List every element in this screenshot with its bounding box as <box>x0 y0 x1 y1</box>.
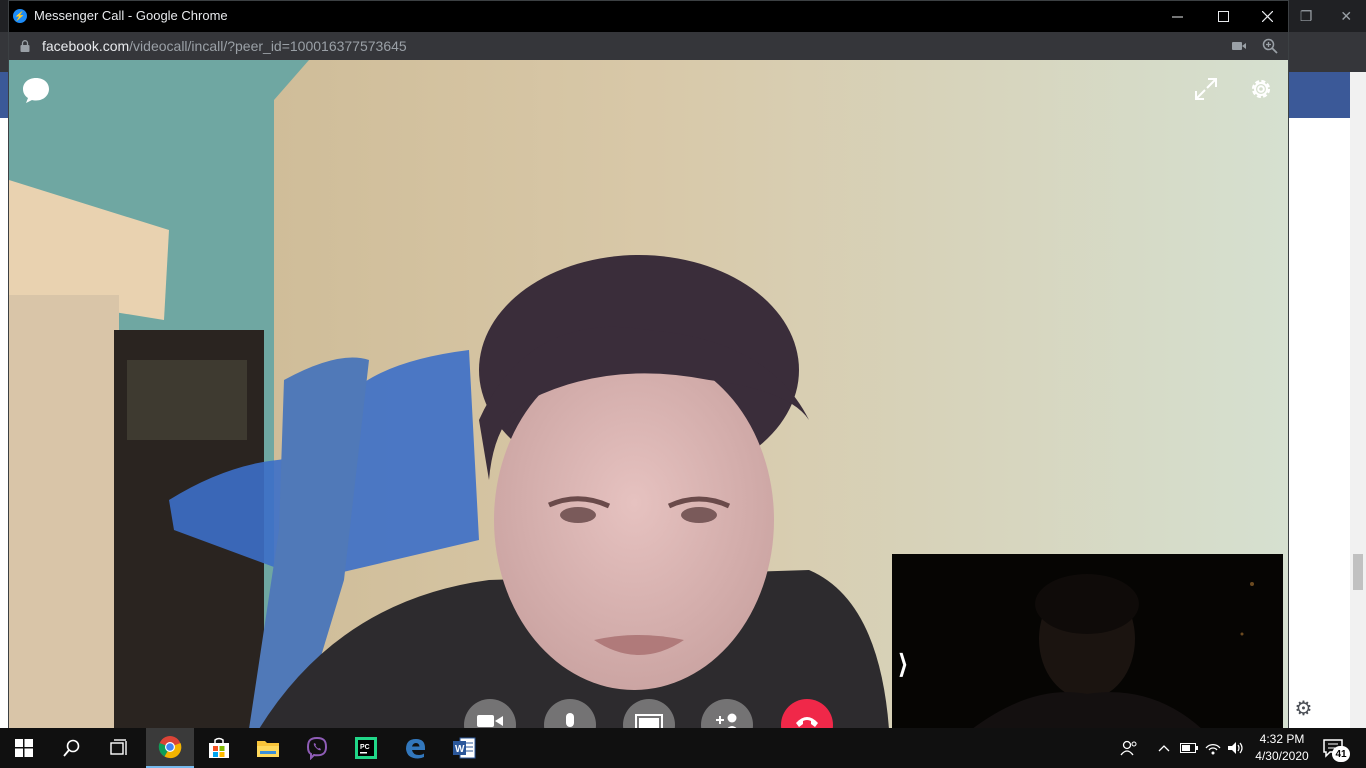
viber-icon <box>306 736 328 760</box>
minimize-icon <box>1171 16 1183 18</box>
restore-icon[interactable]: ❐ <box>1300 8 1313 25</box>
notification-count-badge: 41 <box>1332 746 1350 762</box>
clock-date: 4/30/2020 <box>1255 749 1309 763</box>
task-view-icon <box>110 739 127 755</box>
taskbar-edge[interactable] <box>391 728 439 768</box>
pycharm-icon: PC <box>355 737 377 759</box>
clock-time: 4:32 PM <box>1259 732 1305 746</box>
windows-taskbar: PC W 4:32 PM 4/30/2020 <box>0 728 1366 768</box>
start-button[interactable] <box>0 728 48 768</box>
edge-icon <box>406 739 425 759</box>
background-window-controls: ❐ ✕ <box>1286 0 1366 32</box>
task-view-button[interactable] <box>96 728 144 768</box>
search-icon <box>63 739 80 757</box>
window-title: Messenger Call - Google Chrome <box>34 8 228 23</box>
store-bag-icon <box>209 737 229 758</box>
window-titlebar: ⚡ Messenger Call - Google Chrome <box>9 1 1288 32</box>
collapse-self-view-chevron-icon[interactable]: ⟩ <box>898 647 912 681</box>
people-icon[interactable] <box>1119 738 1139 758</box>
taskbar-word[interactable]: W <box>440 728 488 768</box>
page-scrollbar[interactable] <box>1350 72 1366 728</box>
taskbar-microsoft-store[interactable] <box>195 728 243 768</box>
url-path: /videocall/incall/?peer_id=1000163775736… <box>129 38 407 54</box>
folder-icon <box>257 741 279 757</box>
maximize-icon <box>1217 11 1229 22</box>
windows-logo-icon <box>15 739 33 757</box>
network-icon[interactable] <box>1203 738 1223 758</box>
svg-text:W: W <box>455 744 465 755</box>
messenger-icon: ⚡ <box>13 9 27 23</box>
chat-settings-gear-icon[interactable]: ⚙ <box>1288 688 1318 728</box>
video-camera-icon <box>477 715 503 727</box>
chrome-icon <box>158 736 182 759</box>
taskbar-file-explorer[interactable] <box>244 728 292 768</box>
battery-icon[interactable] <box>1179 738 1199 758</box>
close-icon <box>1261 11 1273 22</box>
camera-in-use-icon[interactable] <box>1231 39 1247 53</box>
taskbar-viber[interactable] <box>293 728 341 768</box>
close-icon[interactable]: ✕ <box>1340 8 1352 25</box>
system-clock[interactable]: 4:32 PM 4/30/2020 <box>1250 731 1314 765</box>
search-button[interactable] <box>48 728 96 768</box>
volume-icon[interactable] <box>1226 738 1246 758</box>
maximize-button[interactable] <box>1200 1 1246 32</box>
taskbar-chrome[interactable] <box>146 728 194 768</box>
fullscreen-expand-icon[interactable] <box>1193 76 1219 102</box>
show-hidden-icons-chevron-icon[interactable] <box>1154 738 1174 758</box>
settings-gear-icon[interactable] <box>1247 75 1275 103</box>
url-host: facebook.com <box>42 38 130 54</box>
taskbar-pycharm[interactable]: PC <box>342 728 390 768</box>
close-button[interactable] <box>1244 1 1290 32</box>
word-icon: W <box>453 737 476 759</box>
svg-text:PC: PC <box>360 744 370 751</box>
address-bar[interactable]: facebook.com/videocall/incall/?peer_id=1… <box>9 32 1288 60</box>
scrollbar-thumb[interactable] <box>1353 554 1363 590</box>
chat-bubble-icon[interactable] <box>21 75 51 105</box>
messenger-call-window: ⚡ Messenger Call - Google Chrome faceboo… <box>8 0 1289 751</box>
url-text[interactable]: facebook.com/videocall/incall/?peer_id=1… <box>42 38 407 54</box>
lock-icon[interactable] <box>20 40 30 52</box>
zoom-icon[interactable] <box>1262 38 1278 54</box>
minimize-button[interactable] <box>1154 1 1200 32</box>
self-view-video <box>892 554 1283 729</box>
